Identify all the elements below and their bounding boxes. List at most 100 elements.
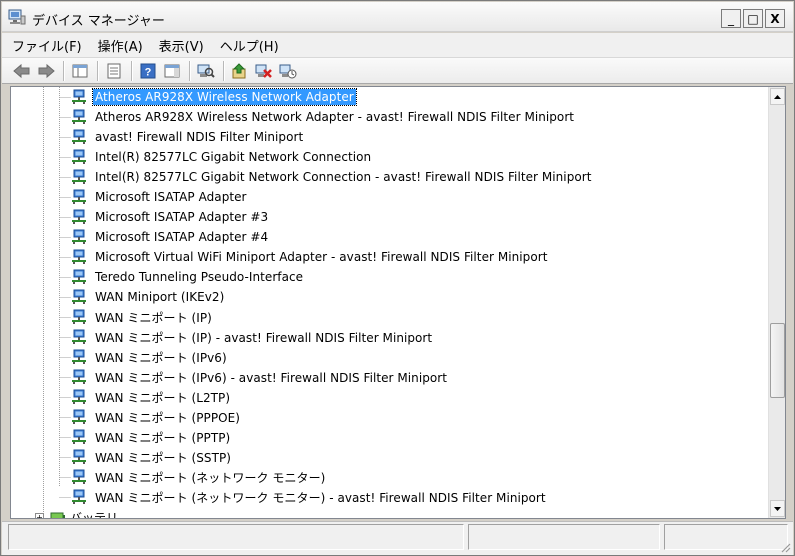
device-name: WAN ミニポート (SSTP) xyxy=(95,450,231,465)
action-pane-icon[interactable] xyxy=(161,60,183,82)
minimize-button[interactable]: _ xyxy=(721,9,741,28)
network-adapter-item[interactable]: Microsoft ISATAP Adapter #4 xyxy=(71,227,270,247)
network-adapter-icon xyxy=(72,309,86,324)
network-adapter-item[interactable]: WAN ミニポート (PPTP) xyxy=(71,427,232,447)
device-name: Intel(R) 82577LC Gigabit Network Connect… xyxy=(95,170,592,184)
scroll-up-button[interactable] xyxy=(770,88,785,105)
network-adapter-icon xyxy=(72,329,86,344)
network-adapter-icon xyxy=(72,489,86,504)
network-adapter-icon xyxy=(72,149,86,164)
device-name: WAN ミニポート (ネットワーク モニター) xyxy=(95,470,326,485)
network-adapter-icon xyxy=(72,109,86,124)
device-name: WAN Miniport (IKEv2) xyxy=(95,290,225,304)
network-adapter-item[interactable]: Microsoft ISATAP Adapter #3 xyxy=(71,207,270,227)
network-adapter-item[interactable]: WAN Miniport (IKEv2) xyxy=(71,287,226,307)
network-adapter-item[interactable]: WAN ミニポート (IPv6) xyxy=(71,347,229,367)
network-adapter-item[interactable]: Atheros AR928X Wireless Network Adapter … xyxy=(71,107,576,127)
window-title: デバイス マネージャー xyxy=(32,14,165,29)
scroll-down-button[interactable] xyxy=(770,500,785,517)
properties-icon[interactable] xyxy=(103,60,125,82)
menu-bar: ファイル(F) 操作(A) 表示(V) ヘルプ(H) xyxy=(2,33,793,57)
forward-arrow-icon[interactable] xyxy=(35,60,57,82)
svg-text:?: ? xyxy=(145,66,152,78)
network-adapter-item[interactable]: Microsoft Virtual WiFi Miniport Adapter … xyxy=(71,247,549,267)
device-name: Intel(R) 82577LC Gigabit Network Connect… xyxy=(95,150,372,164)
device-name: Atheros AR928X Wireless Network Adapter xyxy=(92,88,357,106)
network-adapter-item[interactable]: WAN ミニポート (IP) xyxy=(71,307,214,327)
network-adapter-icon xyxy=(72,269,86,284)
device-name: Microsoft ISATAP Adapter xyxy=(95,190,247,204)
toolbar-separator xyxy=(97,60,98,81)
arrow-up-icon xyxy=(774,94,781,99)
scan-hardware-icon[interactable] xyxy=(195,60,217,82)
status-bar xyxy=(2,521,793,555)
network-adapter-item[interactable]: Microsoft ISATAP Adapter xyxy=(71,187,249,207)
network-adapter-icon xyxy=(72,429,86,444)
network-adapter-icon xyxy=(72,349,86,364)
vertical-scrollbar[interactable] xyxy=(768,87,785,518)
device-name: Microsoft ISATAP Adapter #4 xyxy=(95,230,269,244)
network-adapter-icon xyxy=(72,209,86,224)
toolbar: ? xyxy=(2,57,793,84)
menu-action[interactable]: 操作(A) xyxy=(98,36,143,55)
network-adapter-icon xyxy=(72,449,86,464)
maximize-button[interactable]: □ xyxy=(743,9,763,28)
network-adapter-icon xyxy=(72,389,86,404)
network-adapter-icon xyxy=(72,249,86,264)
close-button[interactable]: X xyxy=(765,9,785,28)
title-bar[interactable]: デバイス マネージャー _ □ X xyxy=(2,2,793,32)
network-adapter-icon xyxy=(72,469,86,484)
status-panel-main xyxy=(8,524,464,550)
menu-view[interactable]: 表示(V) xyxy=(159,36,204,55)
arrow-down-icon xyxy=(774,506,781,511)
status-panel-2 xyxy=(468,524,660,550)
network-adapter-item[interactable]: WAN ミニポート (SSTP) xyxy=(71,447,233,467)
device-name: WAN ミニポート (L2TP) xyxy=(95,390,231,405)
resize-grip-icon[interactable] xyxy=(779,541,791,553)
device-name: Microsoft ISATAP Adapter #3 xyxy=(95,210,269,224)
expand-icon[interactable]: + xyxy=(35,512,44,518)
device-name: WAN ミニポート (PPPOE) xyxy=(95,410,240,425)
toolbar-separator xyxy=(189,60,190,81)
network-adapter-item[interactable]: avast! Firewall NDIS Filter Miniport xyxy=(71,127,305,147)
device-manager-icon xyxy=(8,9,26,25)
network-adapter-icon xyxy=(72,229,86,244)
device-name: WAN ミニポート (IPv6) - avast! Firewall NDIS … xyxy=(95,370,448,385)
network-adapter-icon xyxy=(72,409,86,424)
network-adapter-item[interactable]: WAN ミニポート (L2TP) xyxy=(71,387,232,407)
battery-icon xyxy=(50,512,65,518)
toolbar-separator xyxy=(131,60,132,81)
update-driver-icon[interactable] xyxy=(229,60,251,82)
network-adapter-item[interactable]: Teredo Tunneling Pseudo-Interface xyxy=(71,267,305,287)
network-adapter-icon xyxy=(72,369,86,384)
scroll-thumb[interactable] xyxy=(770,323,785,398)
network-adapter-item[interactable]: WAN ミニポート (PPPOE) xyxy=(71,407,242,427)
menu-file[interactable]: ファイル(F) xyxy=(12,36,82,55)
network-adapter-item[interactable]: WAN ミニポート (ネットワーク モニター) xyxy=(71,467,327,487)
tree-category-battery[interactable]: + バッテリ xyxy=(35,509,119,519)
device-name: Microsoft Virtual WiFi Miniport Adapter … xyxy=(95,250,548,264)
menu-help[interactable]: ヘルプ(H) xyxy=(220,36,279,55)
uninstall-icon[interactable] xyxy=(253,60,275,82)
device-name: WAN ミニポート (IP) xyxy=(95,310,212,325)
device-name: avast! Firewall NDIS Filter Miniport xyxy=(95,130,304,144)
category-label: バッテリ xyxy=(70,510,119,519)
network-adapter-item[interactable]: WAN ミニポート (IP) - avast! Firewall NDIS Fi… xyxy=(71,327,434,347)
network-adapter-icon xyxy=(72,189,86,204)
network-adapter-item[interactable]: Atheros AR928X Wireless Network Adapter xyxy=(71,87,357,107)
console-tree-icon[interactable] xyxy=(69,60,91,82)
network-adapter-item[interactable]: WAN ミニポート (IPv6) - avast! Firewall NDIS … xyxy=(71,367,449,387)
help-icon[interactable]: ? xyxy=(137,60,159,82)
device-name: WAN ミニポート (PPTP) xyxy=(95,430,231,445)
network-adapter-item[interactable]: Intel(R) 82577LC Gigabit Network Connect… xyxy=(71,167,594,187)
network-adapter-icon xyxy=(72,169,86,184)
device-name: WAN ミニポート (ネットワーク モニター) - avast! Firewal… xyxy=(95,490,546,505)
disable-device-icon[interactable] xyxy=(277,60,299,82)
network-adapter-icon xyxy=(72,289,86,304)
device-name: Atheros AR928X Wireless Network Adapter … xyxy=(95,110,575,124)
network-adapter-icon xyxy=(72,129,86,144)
device-tree[interactable]: Atheros AR928X Wireless Network Adapter A… xyxy=(10,86,786,519)
network-adapter-item[interactable]: Intel(R) 82577LC Gigabit Network Connect… xyxy=(71,147,373,167)
back-arrow-icon[interactable] xyxy=(11,60,33,82)
network-adapter-item[interactable]: WAN ミニポート (ネットワーク モニター) - avast! Firewal… xyxy=(71,487,548,507)
